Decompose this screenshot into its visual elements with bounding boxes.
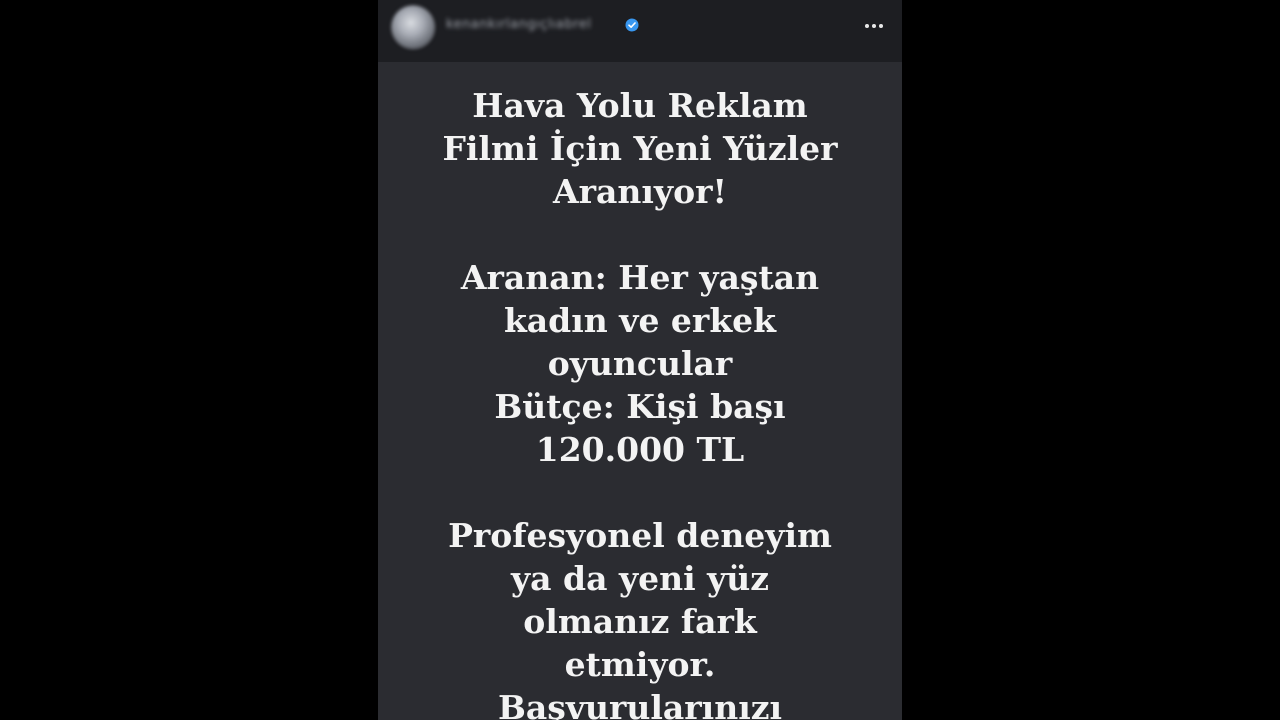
text-line: 120.000 TL <box>535 430 745 469</box>
more-options-icon[interactable] <box>860 14 888 38</box>
story-text: Hava Yolu Reklam Filmi İçin Yeni Yüzler … <box>378 84 902 720</box>
headline-block: Hava Yolu Reklam Filmi İçin Yeni Yüzler … <box>378 84 902 213</box>
text-line: Profesyonel deneyim <box>448 516 832 555</box>
avatar[interactable] <box>392 6 434 48</box>
story-header: kenankırlangıçlıabrel <box>378 0 902 62</box>
story-viewer: kenankırlangıçlıabrel Hava Yolu Reklam F… <box>378 0 902 720</box>
details-block: Aranan: Her yaştan kadın ve erkek oyuncu… <box>378 256 902 471</box>
username[interactable]: kenankırlangıçlıabrel <box>446 17 591 32</box>
note-block: Profesyonel deneyim ya da yeni yüz olman… <box>378 514 902 720</box>
text-line: Aranıyor! <box>553 172 727 211</box>
text-line: olmanız fark <box>523 602 757 641</box>
text-line: etmiyor. <box>564 645 716 684</box>
text-line: Aranan: Her yaştan <box>460 258 820 297</box>
text-line: ya da yeni yüz <box>510 559 770 598</box>
text-line: oyuncular <box>547 344 733 383</box>
text-line: kadın ve erkek <box>503 301 777 340</box>
text-line: Başvurularınızı <box>497 688 783 720</box>
verified-badge-icon <box>625 18 639 32</box>
text-line: Bütçe: Kişi başı <box>494 387 786 426</box>
text-line: Filmi İçin Yeni Yüzler <box>442 129 838 168</box>
text-line: Hava Yolu Reklam <box>472 86 808 125</box>
